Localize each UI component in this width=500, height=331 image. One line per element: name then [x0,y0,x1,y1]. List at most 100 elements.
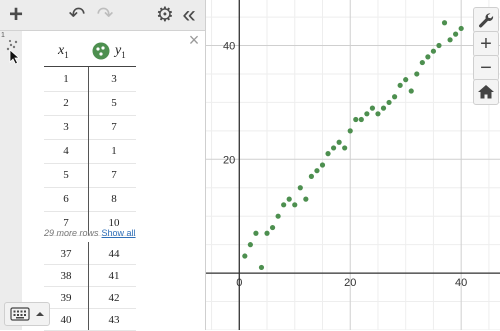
y-cell[interactable]: 42 [92,292,136,304]
data-point [436,42,442,49]
data-point [353,116,359,123]
row-separator [44,308,136,309]
data-point [253,230,259,236]
data-point [303,196,309,202]
y-cell[interactable]: 7 [92,169,136,181]
data-point [453,31,459,37]
x-cell[interactable]: 3 [44,121,88,133]
data-point [336,139,342,145]
keyboard-toggle-button[interactable] [4,302,50,326]
add-item-button[interactable]: + [6,0,26,30]
series-color-icon[interactable] [92,42,110,60]
y-cell[interactable]: 43 [92,314,136,326]
data-point [447,37,453,43]
data-point [403,77,409,83]
row-separator [44,139,136,140]
y-tick-label: 20 [223,154,235,166]
data-point [458,25,464,32]
settings-gear-icon[interactable]: ⚙ [154,0,176,30]
data-point [342,145,348,151]
y1-column-header[interactable]: y1 [115,36,126,66]
x-tick-label: 20 [344,277,356,289]
header-underline [44,66,136,67]
data-point [269,224,276,231]
row-separator [44,264,136,265]
y-cell[interactable]: 1 [92,145,136,157]
more-rows-text: 29 more rows [44,228,99,238]
wrench-glyph [479,13,494,28]
data-point [264,230,270,236]
x-cell[interactable]: 5 [44,169,88,181]
home-icon[interactable] [473,79,499,105]
data-point [281,202,287,208]
show-all-link[interactable]: Show all [102,228,136,238]
home-glyph [478,85,494,99]
y-cell[interactable]: 44 [92,248,136,260]
data-point [430,48,437,54]
x-cell[interactable]: 1 [44,73,88,85]
row-separator [44,115,136,116]
x-cell[interactable]: 39 [44,292,88,304]
data-point [441,20,448,26]
data-point [375,111,381,117]
x-cell[interactable]: 2 [44,97,88,109]
x-tick-label: 40 [455,277,467,289]
data-point [358,116,364,123]
data-point [286,196,292,202]
redo-button[interactable]: ↷ [94,0,116,30]
keyboard-icon [10,307,44,321]
zoom-out-icon[interactable]: − [473,55,499,81]
y-tick-label: 40 [223,41,235,53]
expression-panel: + ↶ ↷ ⚙ « 1 × x1 y1 1 3 2 5 3 7 4 1 5 7 6 8 7 10 29 [0,0,206,331]
column-divider [88,242,89,330]
data-point [308,173,314,179]
undo-button[interactable]: ↶ [66,0,88,30]
row-separator [44,163,136,164]
more-rows-notice: 29 more rows Show all [44,228,136,238]
data-point [258,264,265,271]
data-point [330,145,337,151]
row-separator [44,286,136,287]
data-point [319,162,326,168]
y-cell[interactable]: 41 [92,270,136,282]
data-point [242,253,248,259]
x-tick-label: 0 [236,277,242,289]
column-divider [88,67,89,235]
data-point [408,88,414,94]
data-point [392,94,398,100]
data-point [292,202,298,208]
expression-toolbar: + ↶ ↷ ⚙ « [0,0,205,31]
data-point [275,213,281,219]
data-point [325,151,331,157]
data-point [386,99,392,106]
y-cell[interactable]: 8 [92,193,136,205]
y-cell[interactable]: 5 [92,97,136,109]
data-point [369,105,376,111]
collapse-panel-button[interactable]: « [178,0,200,30]
data-point [347,128,353,134]
wrench-icon[interactable] [473,7,499,33]
x-cell[interactable]: 40 [44,314,88,326]
data-point [397,82,403,88]
y-cell[interactable]: 7 [92,121,136,133]
zoom-in-icon[interactable]: + [473,31,499,57]
data-point [364,111,370,117]
x1-column-header[interactable]: x1 [58,36,69,66]
row-separator [44,187,136,188]
y-cell[interactable]: 3 [92,73,136,85]
row-separator [44,211,136,212]
data-point [380,105,387,111]
x-cell[interactable]: 37 [44,248,88,260]
x-cell[interactable]: 6 [44,193,88,205]
graph-paper[interactable]: 0 20 40 20 40 [206,0,500,330]
data-point [419,59,425,66]
data-point [247,242,253,248]
row-separator [44,91,136,92]
x-cell[interactable]: 4 [44,145,88,157]
expression-gutter: 1 [0,31,22,330]
mouse-cursor-icon [9,49,21,65]
data-point [314,168,320,174]
data-point [425,54,431,60]
close-icon[interactable]: × [187,31,201,49]
x-cell[interactable]: 38 [44,270,88,282]
